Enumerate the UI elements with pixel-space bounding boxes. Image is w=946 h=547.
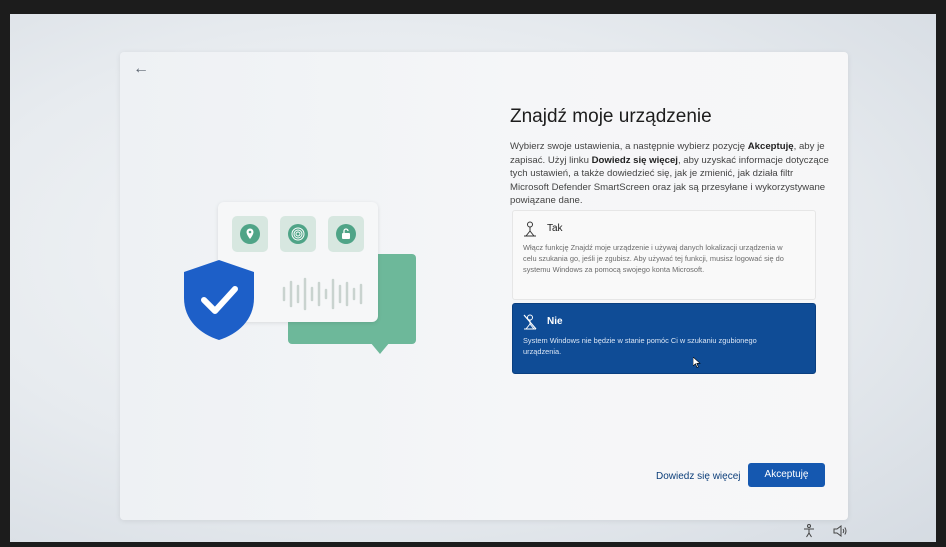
location-tile xyxy=(232,216,268,252)
shield-check-icon xyxy=(184,260,254,340)
fingerprint-icon xyxy=(288,224,308,244)
back-arrow-icon[interactable]: ← xyxy=(128,58,154,80)
lock-tile xyxy=(328,216,364,252)
option-no-title: Nie xyxy=(547,316,563,327)
option-yes-title: Tak xyxy=(547,223,563,234)
learn-more-link[interactable]: Dowiedz się więcej xyxy=(656,471,740,482)
option-yes-description: Włącz funkcję Znajdź moje urządzenie i u… xyxy=(523,243,784,275)
page-title: Znajdź moje urządzenie xyxy=(510,106,712,127)
volume-icon[interactable] xyxy=(832,524,848,538)
option-yes[interactable]: Tak Włącz funkcję Znajdź moje urządzenie… xyxy=(512,210,816,300)
location-off-icon xyxy=(523,314,537,330)
option-no-description: System Windows nie będzie w stanie pomóc… xyxy=(523,336,757,357)
accept-button[interactable]: Akceptuję xyxy=(748,463,825,487)
unlocked-padlock-icon xyxy=(336,224,356,244)
option-no[interactable]: Nie System Windows nie będzie w stanie p… xyxy=(512,303,816,374)
sound-wave-icon xyxy=(282,277,363,311)
location-person-icon xyxy=(524,221,536,237)
illustration xyxy=(180,202,430,412)
location-pin-icon xyxy=(240,224,260,244)
page-description: Wybierz swoje ustawienia, a następnie wy… xyxy=(510,141,829,206)
mouse-cursor-icon xyxy=(693,357,701,368)
chat-bubble-tail xyxy=(370,342,390,354)
accessibility-icon[interactable] xyxy=(802,524,816,538)
oobe-card: ← Znajdź moje urządzenie Wybierz swoje u… xyxy=(120,52,848,520)
screen: ← Znajdź moje urządzenie Wybierz swoje u… xyxy=(10,14,936,542)
fingerprint-tile xyxy=(280,216,316,252)
